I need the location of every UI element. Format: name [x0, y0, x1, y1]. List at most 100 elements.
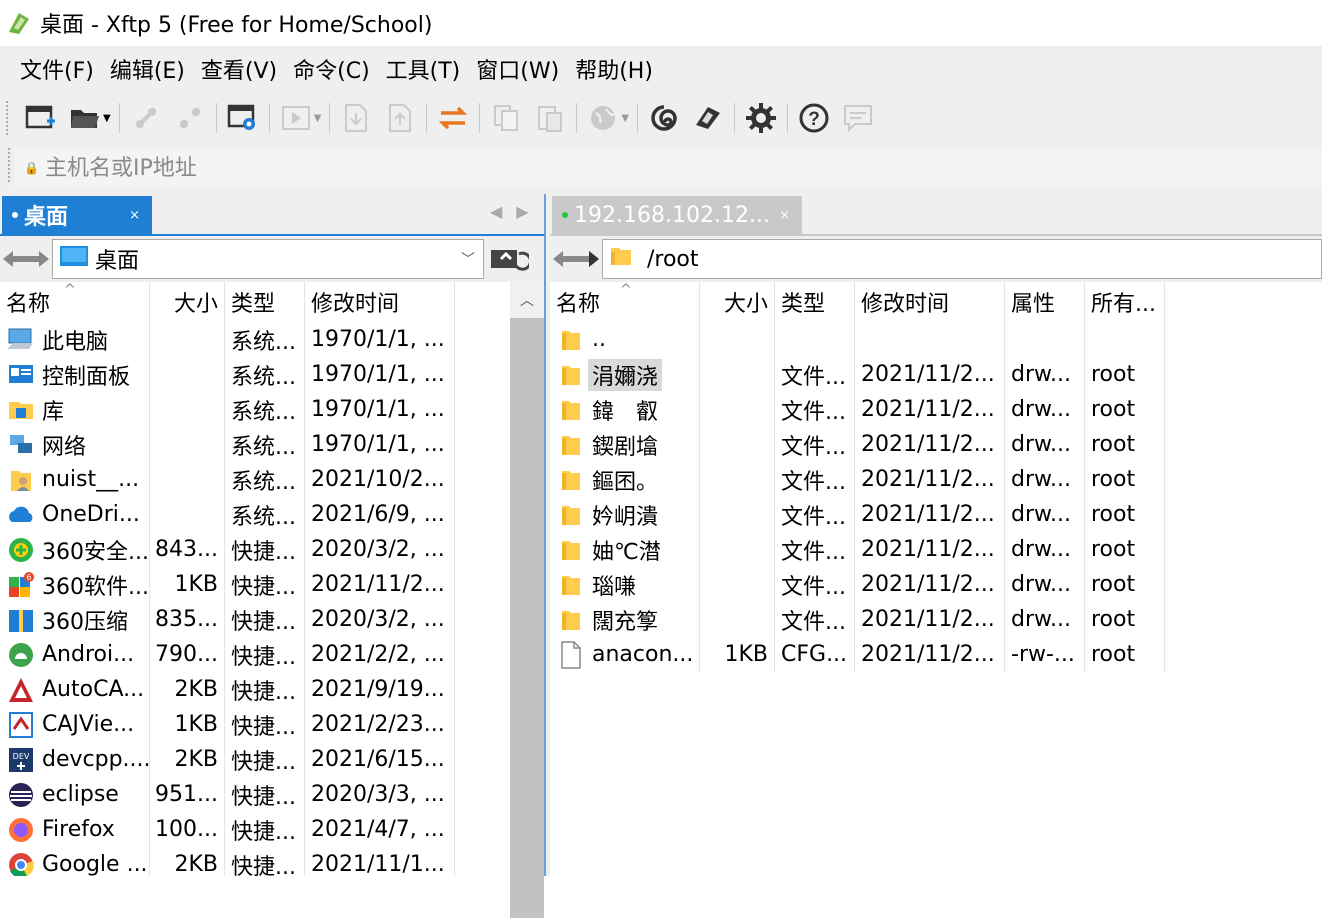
connect-icon[interactable]: [127, 99, 165, 137]
table-row[interactable]: eclipse951...快捷...2020/3/3, ...: [0, 777, 544, 812]
open-dropdown-icon[interactable]: ▼: [103, 113, 111, 124]
session-properties-icon[interactable]: [224, 99, 262, 137]
local-path-combobox[interactable]: 桌面 ﹀: [52, 239, 484, 279]
folder-icon: [556, 605, 586, 635]
cell-modified: 2020/3/2, ...: [305, 602, 455, 637]
cell-size: [700, 532, 775, 567]
table-row[interactable]: 6360软件...1KB快捷...2021/11/2...: [0, 567, 544, 602]
table-row[interactable]: 网络系统...1970/1/1, ...: [0, 427, 544, 462]
cell-type: 快捷...: [225, 777, 305, 812]
column-attributes[interactable]: 属性: [1005, 282, 1085, 322]
local-scrollbar[interactable]: ︿: [510, 282, 544, 876]
cell-type: 系统...: [225, 497, 305, 532]
xftp-icon[interactable]: [689, 99, 727, 137]
chat-icon[interactable]: [839, 99, 877, 137]
globe-dropdown-icon[interactable]: ▼: [621, 113, 629, 124]
globe-icon[interactable]: [584, 99, 622, 137]
refresh-icon[interactable]: [484, 239, 534, 279]
table-row[interactable]: 妗岄潰文件...2021/11/2...drw...root: [550, 497, 1322, 532]
cell-name: 360安全...: [0, 532, 150, 567]
file-name: 网络: [38, 429, 90, 461]
cell-type: 系统...: [225, 462, 305, 497]
paste-icon[interactable]: [531, 99, 569, 137]
table-row[interactable]: 涓嬭浇文件...2021/11/2...drw...root: [550, 357, 1322, 392]
open-folder-icon[interactable]: [66, 99, 104, 137]
column-owner[interactable]: 所有...: [1085, 282, 1165, 322]
table-row[interactable]: Firefox100...快捷...2021/4/7, ...: [0, 812, 544, 847]
column-name[interactable]: 名称^: [0, 282, 150, 322]
close-tab-icon[interactable]: ×: [779, 208, 790, 223]
new-session-icon[interactable]: [22, 99, 60, 137]
folder-icon: [556, 430, 586, 460]
download-icon[interactable]: [337, 99, 375, 137]
table-row[interactable]: 鍏 叡文件...2021/11/2...drw...root: [550, 392, 1322, 427]
cell-owner: root: [1085, 567, 1165, 602]
cell-name: OneDri...: [0, 497, 150, 532]
table-row[interactable]: 瑙嗛文件...2021/11/2...drw...root: [550, 567, 1322, 602]
cell-size: 2KB: [150, 672, 225, 707]
remote-pane: 192.168.102.12... × /root 名称^ 大小 类型 修改时间…: [550, 194, 1322, 876]
menu-edit[interactable]: 编辑(E): [102, 53, 193, 85]
table-row[interactable]: 闊充箰文件...2021/11/2...drw...root: [550, 602, 1322, 637]
menu-window[interactable]: 窗口(W): [468, 53, 567, 85]
xshell-icon[interactable]: [645, 99, 683, 137]
menu-help[interactable]: 帮助(H): [567, 53, 661, 85]
back-forward-arrow-icon[interactable]: [550, 239, 602, 279]
table-row[interactable]: ..: [550, 322, 1322, 357]
table-row[interactable]: DEVdevcpp....2KB快捷...2021/6/15...: [0, 742, 544, 777]
column-modified[interactable]: 修改时间: [855, 282, 1005, 322]
cell-type: 系统...: [225, 427, 305, 462]
back-forward-arrow-icon[interactable]: [0, 239, 52, 279]
table-row[interactable]: 鍥剧墖文件...2021/11/2...drw...root: [550, 427, 1322, 462]
close-tab-icon[interactable]: ×: [129, 208, 140, 223]
cell-type: 文件...: [775, 357, 855, 392]
table-row[interactable]: 360安全...843...快捷...2020/3/2, ...: [0, 532, 544, 567]
host-input[interactable]: [45, 156, 645, 181]
cell-owner: root: [1085, 357, 1165, 392]
cell-owner: root: [1085, 462, 1165, 497]
menu-tools[interactable]: 工具(T): [378, 53, 469, 85]
cell-name: 360压缩: [0, 602, 150, 637]
table-row[interactable]: 鏂囨。文件...2021/11/2...drw...root: [550, 462, 1322, 497]
menu-view[interactable]: 查看(V): [193, 53, 285, 85]
column-size[interactable]: 大小: [150, 282, 225, 322]
table-row[interactable]: OneDri...系统...2021/6/9, ...: [0, 497, 544, 532]
settings-gear-icon[interactable]: [742, 99, 780, 137]
scroll-up-icon[interactable]: ︿: [510, 282, 544, 318]
table-row[interactable]: anacon...1KBCFG...2021/11/2...-rw-...roo…: [550, 637, 1322, 672]
scroll-thumb[interactable]: [510, 318, 544, 918]
user-folder-icon: [6, 465, 36, 495]
tab-scroll-arrows[interactable]: ◀▶: [490, 202, 543, 221]
remote-path-combobox[interactable]: /root: [602, 239, 1322, 279]
menu-command[interactable]: 命令(C): [285, 53, 378, 85]
table-row[interactable]: nuist__...系统...2021/10/2...: [0, 462, 544, 497]
tab-remote-session[interactable]: 192.168.102.12... ×: [552, 196, 802, 234]
local-path-text: 桌面: [95, 243, 139, 275]
tab-desktop[interactable]: 桌面 ×: [2, 196, 152, 234]
table-row[interactable]: 妯℃澘文件...2021/11/2...drw...root: [550, 532, 1322, 567]
table-row[interactable]: 360压缩835...快捷...2020/3/2, ...: [0, 602, 544, 637]
column-name[interactable]: 名称^: [550, 282, 700, 322]
devcpp-icon: DEV: [6, 745, 36, 775]
column-type[interactable]: 类型: [225, 282, 305, 322]
table-row[interactable]: CAJVie...1KB快捷...2021/2/23...: [0, 707, 544, 742]
column-size[interactable]: 大小: [700, 282, 775, 322]
menu-file[interactable]: 文件(F): [12, 53, 102, 85]
chevron-down-icon[interactable]: ﹀: [461, 249, 475, 269]
help-icon[interactable]: ?: [795, 99, 833, 137]
table-row[interactable]: Androi...790...快捷...2021/2/2, ...: [0, 637, 544, 672]
table-row[interactable]: 此电脑系统...1970/1/1, ...: [0, 322, 544, 357]
disconnect-icon[interactable]: [171, 99, 209, 137]
transfer-icon[interactable]: [434, 99, 472, 137]
table-row[interactable]: Google ...2KB快捷...2021/11/1...: [0, 847, 544, 876]
table-row[interactable]: 控制面板系统...1970/1/1, ...: [0, 357, 544, 392]
upload-icon[interactable]: [381, 99, 419, 137]
copy-icon[interactable]: [487, 99, 525, 137]
column-modified[interactable]: 修改时间: [305, 282, 455, 322]
play-dropdown-icon[interactable]: ▼: [314, 113, 322, 124]
remote-path-bar: /root: [550, 234, 1322, 282]
table-row[interactable]: AutoCA...2KB快捷...2021/9/19...: [0, 672, 544, 707]
column-type[interactable]: 类型: [775, 282, 855, 322]
table-row[interactable]: 库系统...1970/1/1, ...: [0, 392, 544, 427]
play-icon[interactable]: [277, 99, 315, 137]
